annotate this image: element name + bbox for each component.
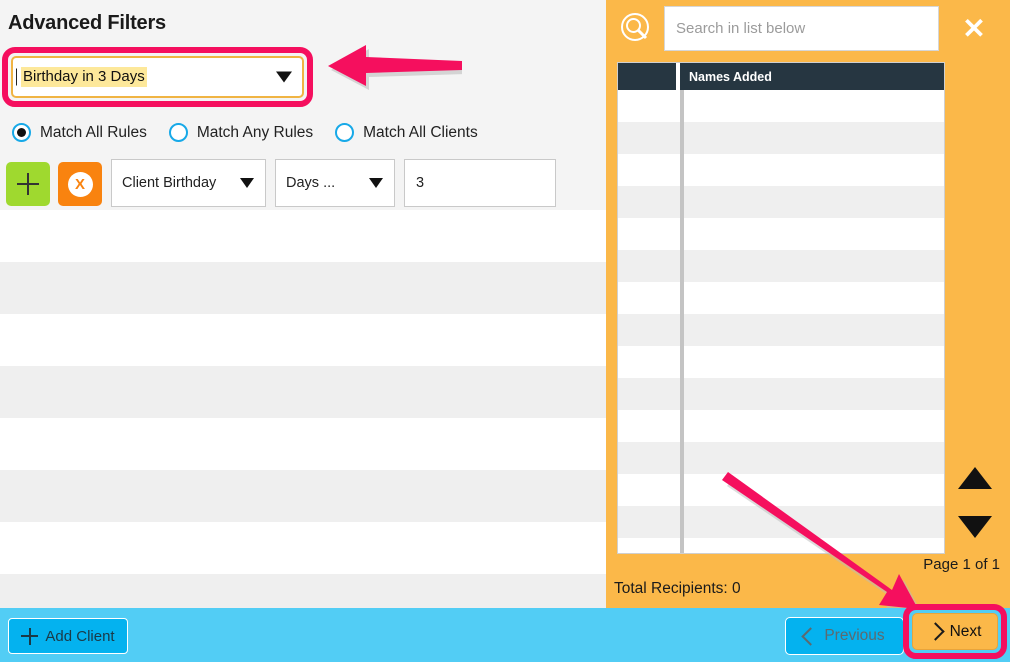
next-button[interactable]: Next: [912, 613, 998, 650]
table-row[interactable]: [618, 506, 944, 538]
empty-row: [0, 210, 606, 262]
rule-value-text: 3: [416, 175, 425, 191]
radio-button-icon[interactable]: [12, 123, 31, 142]
radio-label: Match All Clients: [363, 123, 478, 141]
radio-label: Match All Rules: [40, 123, 147, 141]
filter-rule-row: X Client Birthday Days ... 3: [6, 159, 556, 209]
page-title: Advanced Filters: [8, 12, 166, 34]
rule-operator-dropdown[interactable]: Days ...: [275, 159, 395, 207]
empty-rule-rows: [0, 210, 606, 626]
chevron-down-icon[interactable]: [240, 178, 254, 188]
recipients-panel: Search in list below ✕ Names Added Page …: [606, 0, 1010, 608]
table-row[interactable]: [618, 90, 944, 122]
triangle-up-icon[interactable]: [958, 467, 992, 489]
table-header-row: Names Added: [618, 63, 944, 90]
add-rule-button[interactable]: [6, 162, 50, 206]
rule-value-input[interactable]: 3: [404, 159, 556, 207]
table-row[interactable]: [618, 314, 944, 346]
empty-row: [0, 262, 606, 314]
chevron-down-icon[interactable]: [369, 178, 383, 188]
radio-match-all-rules[interactable]: Match All Rules: [12, 123, 147, 142]
search-icon[interactable]: [619, 11, 654, 46]
footer-bar: Add Client Previous: [0, 608, 1010, 662]
rule-field-value: Client Birthday: [122, 175, 217, 191]
next-label: Next: [949, 622, 982, 640]
table-row[interactable]: [618, 346, 944, 378]
table-row[interactable]: [618, 186, 944, 218]
triangle-down-icon[interactable]: [958, 516, 992, 538]
chevron-down-icon[interactable]: [276, 71, 292, 83]
chevron-right-icon: [925, 622, 945, 641]
previous-button[interactable]: Previous: [785, 617, 904, 655]
search-placeholder: Search in list below: [676, 20, 806, 37]
empty-row: [0, 366, 606, 418]
radio-button-icon[interactable]: [335, 123, 355, 142]
add-client-button[interactable]: Add Client: [8, 618, 128, 654]
annotation-arrow-left: [328, 45, 462, 90]
empty-row: [0, 522, 606, 574]
table-header-names-added: Names Added: [680, 63, 944, 90]
table-row[interactable]: [618, 154, 944, 186]
empty-row: [0, 314, 606, 366]
advanced-filters-panel: Advanced Filters Birthday in 3 Days Matc…: [0, 0, 606, 626]
rule-operator-value: Days ...: [286, 175, 336, 191]
table-row[interactable]: [618, 474, 944, 506]
table-row[interactable]: [618, 410, 944, 442]
delete-rule-button[interactable]: X: [58, 162, 102, 206]
table-row[interactable]: [618, 378, 944, 410]
empty-row: [0, 470, 606, 522]
table-header-select-column: [618, 63, 680, 90]
radio-match-any-rules[interactable]: Match Any Rules: [168, 123, 314, 142]
names-added-table: Names Added: [617, 62, 945, 554]
radio-match-all-clients[interactable]: Match All Clients: [335, 123, 478, 142]
total-recipients-label: Total Recipients: 0: [614, 580, 741, 597]
chevron-left-icon: [801, 626, 821, 646]
table-row[interactable]: [618, 250, 944, 282]
match-mode-radio-group: Match All Rules Match Any Rules Match Al…: [12, 123, 500, 142]
table-row[interactable]: [618, 442, 944, 474]
search-input[interactable]: Search in list below: [664, 6, 939, 51]
page-indicator: Page 1 of 1: [923, 556, 1000, 573]
preset-filter-dropdown[interactable]: Birthday in 3 Days: [11, 56, 304, 98]
table-row[interactable]: [618, 538, 944, 553]
column-header-label: Names Added: [689, 69, 772, 84]
table-row[interactable]: [618, 122, 944, 154]
plus-icon: [17, 173, 39, 195]
radio-label: Match Any Rules: [196, 123, 314, 141]
table-row[interactable]: [618, 218, 944, 250]
rule-field-dropdown[interactable]: Client Birthday: [111, 159, 266, 207]
empty-row: [0, 418, 606, 470]
plus-icon: [21, 627, 39, 645]
table-body: [618, 90, 944, 553]
close-icon[interactable]: ✕: [959, 14, 989, 44]
add-client-label: Add Client: [45, 627, 115, 645]
preset-filter-value: Birthday in 3 Days: [21, 67, 147, 87]
table-row[interactable]: [618, 282, 944, 314]
advanced-filters-screen: Advanced Filters Birthday in 3 Days Matc…: [0, 0, 1010, 662]
text-cursor: [16, 68, 17, 86]
radio-button-icon[interactable]: [168, 123, 188, 142]
previous-label: Previous: [824, 627, 885, 644]
x-circle-icon: X: [67, 171, 93, 197]
